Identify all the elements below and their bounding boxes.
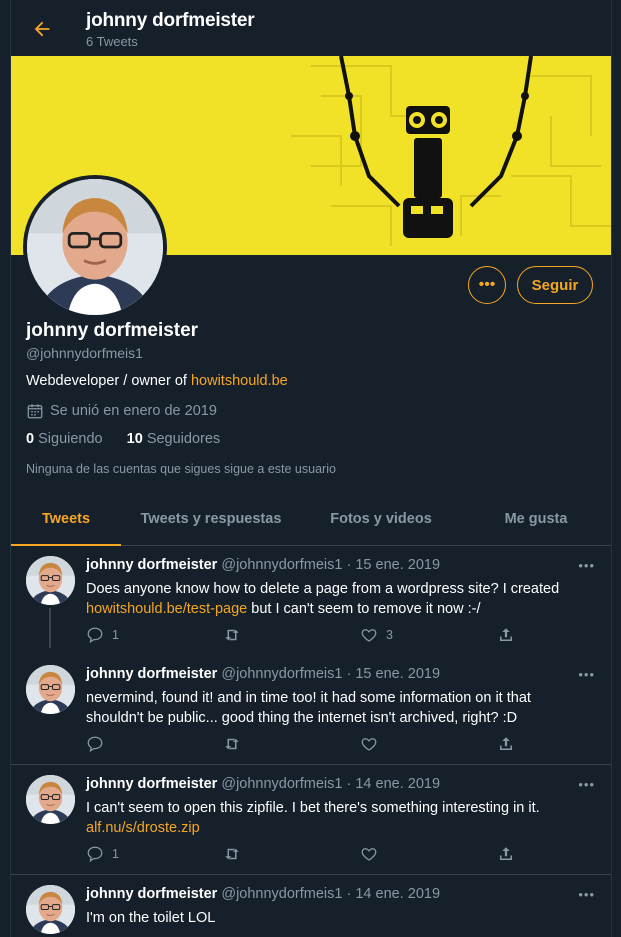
retweet-icon [223,845,241,863]
header-tweet-count: 6 Tweets [86,34,138,49]
reply-button[interactable]: 1 [86,626,223,644]
tweet-header: johnny dorfmeister @johnnydorfmeis1 · 14… [86,776,440,792]
more-options-button[interactable]: ••• [468,266,506,304]
share-button[interactable] [497,626,515,644]
tweet-link[interactable]: howitshould.be/test-page [86,601,247,617]
following-link[interactable]: 0 Siguiendo [26,431,103,447]
retweet-icon [223,735,241,753]
tweet-text-part: I'm on the toilet LOL [86,910,216,926]
tab-photos-videos[interactable]: Fotos y videos [301,494,461,545]
following-label: Siguiendo [38,431,103,447]
profile-avatar[interactable] [23,175,167,319]
tweet-text-part: Does anyone know how to delete a page fr… [86,581,560,597]
follow-button[interactable]: Seguir [517,266,593,304]
reply-button[interactable]: 1 [86,845,223,863]
like-button[interactable] [360,845,497,863]
like-count: 3 [386,628,393,642]
tab-tweets[interactable]: Tweets [11,494,121,546]
tweet-item[interactable]: johnny dorfmeister @johnnydorfmeis1 · 15… [11,546,611,655]
tweet-author-name[interactable]: johnny dorfmeister [86,666,217,682]
tweet-text: nevermind, found it! and in time too! it… [86,688,591,728]
tweet-actions [86,735,516,753]
profile-bio: Webdeveloper / owner of howitshould.be [26,373,288,389]
tweet-actions: 1 [86,845,516,863]
tab-likes[interactable]: Me gusta [461,494,611,545]
tweet-meta: @johnnydorfmeis1 · 15 ene. 2019 [221,666,441,682]
retweet-icon [223,626,241,644]
retweet-button[interactable] [223,845,360,863]
joined-text: Se unió en enero de 2019 [50,403,217,419]
share-icon [497,626,515,644]
tweet-more-icon[interactable]: ••• [578,558,595,573]
profile-handle: @johnnydorfmeis1 [26,345,143,361]
header-title: johnny dorfmeister [86,10,255,31]
share-button[interactable] [497,735,515,753]
bio-text: Webdeveloper / owner of [26,373,191,389]
tweet-item[interactable]: johnny dorfmeister @johnnydorfmeis1 · 14… [11,875,611,937]
reply-count: 1 [112,847,119,861]
share-icon [497,845,515,863]
back-arrow-icon[interactable] [31,18,53,40]
profile-tabs: Tweets Tweets y respuestas Fotos y video… [11,494,611,546]
share-button[interactable] [497,845,515,863]
reply-icon [86,626,104,644]
mutual-followers-note: Ninguna de las cuentas que sigues sigue … [26,462,336,476]
tweet-more-icon[interactable]: ••• [578,887,595,902]
followers-label: Seguidores [146,431,221,447]
like-icon [360,845,378,863]
tweet-link[interactable]: alf.nu/s/droste.zip [86,820,200,836]
share-icon [497,735,515,753]
tweet-text-part: I can't seem to open this zipfile. I bet… [86,800,540,816]
tab-tweets-replies[interactable]: Tweets y respuestas [121,494,301,545]
tweet-more-icon[interactable]: ••• [578,777,595,792]
tweet-avatar[interactable] [26,775,75,824]
profile-column: johnny dorfmeister 6 Tweets ••• Seguir j… [10,0,612,937]
tweet-more-icon[interactable]: ••• [578,667,595,682]
following-count: 0 [26,431,35,447]
tweet-item[interactable]: johnny dorfmeister @johnnydorfmeis1 · 15… [11,655,611,765]
follow-stats: 0 Siguiendo 10 Seguidores [26,431,240,447]
bio-link[interactable]: howitshould.be [191,373,288,389]
reply-icon [86,845,104,863]
like-icon [360,735,378,753]
tweet-item[interactable]: johnny dorfmeister @johnnydorfmeis1 · 14… [11,765,611,875]
reply-count: 1 [112,628,119,642]
tweet-text: Does anyone know how to delete a page fr… [86,579,591,619]
tweet-text: I can't seem to open this zipfile. I bet… [86,798,591,838]
tweet-meta: @johnnydorfmeis1 · 14 ene. 2019 [221,886,441,902]
tweet-author-name[interactable]: johnny dorfmeister [86,886,217,902]
retweet-button[interactable] [223,735,360,753]
like-button[interactable]: 3 [360,626,497,644]
tweet-header: johnny dorfmeister @johnnydorfmeis1 · 15… [86,557,440,573]
tweet-meta: @johnnydorfmeis1 · 15 ene. 2019 [221,557,441,573]
thread-line [49,608,51,648]
tweet-header: johnny dorfmeister @johnnydorfmeis1 · 15… [86,666,440,682]
joined-date: Se unió en enero de 2019 [26,402,217,420]
retweet-button[interactable] [223,626,360,644]
like-icon [360,626,378,644]
tweet-avatar[interactable] [26,885,75,934]
tweet-text-part: but I can't seem to remove it now :-/ [247,601,481,617]
like-button[interactable] [360,735,497,753]
tweet-author-name[interactable]: johnny dorfmeister [86,776,217,792]
tweet-avatar[interactable] [26,556,75,605]
calendar-icon [27,404,43,419]
top-header: johnny dorfmeister 6 Tweets [11,0,611,56]
tweet-meta: @johnnydorfmeis1 · 14 ene. 2019 [221,776,441,792]
followers-count: 10 [126,431,143,447]
followers-link[interactable]: 10 Seguidores [127,431,221,447]
profile-name: johnny dorfmeister [26,320,199,341]
tweet-actions: 1 3 [86,626,516,644]
tweet-text: I'm on the toilet LOL [86,908,591,928]
tweet-header: johnny dorfmeister @johnnydorfmeis1 · 14… [86,886,440,902]
tweet-author-name[interactable]: johnny dorfmeister [86,557,217,573]
tweet-list: johnny dorfmeister @johnnydorfmeis1 · 15… [11,546,611,937]
tweet-text-part: nevermind, found it! and in time too! it… [86,690,531,726]
reply-button[interactable] [86,735,223,753]
tweet-avatar[interactable] [26,665,75,714]
reply-icon [86,735,104,753]
